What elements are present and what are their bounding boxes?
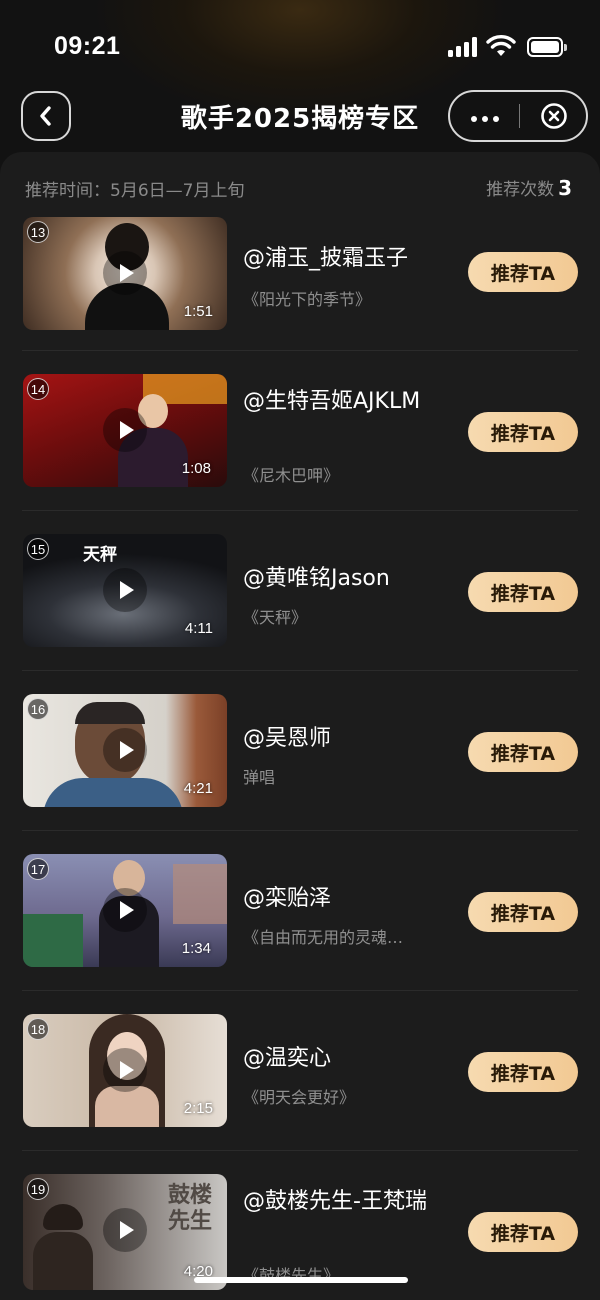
rank-badge: 14 (27, 378, 49, 400)
thumbnail-title: 鼓楼先生 (168, 1182, 213, 1234)
artist-name[interactable]: @黄唯铭Jason (243, 562, 433, 595)
rank-badge: 19 (27, 1178, 49, 1200)
song-title: 《自由而无用的灵魂… (243, 928, 404, 947)
miniprogram-capsule (448, 90, 588, 142)
artist-name[interactable]: @温奕心 (243, 1042, 433, 1075)
play-icon (103, 728, 147, 772)
song-title: 《阳光下的季节》 (243, 290, 372, 309)
play-icon (103, 1208, 147, 1252)
video-thumbnail[interactable]: 18 2:15 (23, 1014, 227, 1127)
artist-name[interactable]: @鼓楼先生-王梵瑞 (243, 1185, 433, 1218)
play-icon (103, 888, 147, 932)
recommend-button[interactable]: 推荐TA (468, 892, 578, 932)
thumbnail-title: 天秤 (83, 545, 117, 565)
video-thumbnail[interactable]: 17 1:34 (23, 854, 227, 967)
song-title: 《尼木巴呷》 (243, 466, 340, 485)
rank-badge: 17 (27, 858, 49, 880)
play-icon (103, 251, 147, 295)
recommend-button[interactable]: 推荐TA (468, 732, 578, 772)
artist-name[interactable]: @栾贻泽 (243, 882, 433, 915)
play-icon (103, 408, 147, 452)
home-indicator (194, 1277, 408, 1283)
video-duration: 4:11 (184, 620, 213, 637)
more-dots-icon (469, 107, 502, 126)
wifi-icon (486, 34, 516, 58)
list-item: 13 1:51 @浦玉_披霜玉子 《阳光下的季节》 推荐TA (0, 190, 600, 350)
rank-badge: 18 (27, 1018, 49, 1040)
list-item: 18 2:15 @温奕心 《明天会更好》 推荐TA (0, 990, 600, 1150)
video-thumbnail[interactable]: 14 1:08 (23, 374, 227, 487)
video-thumbnail[interactable]: 天秤 15 4:11 (23, 534, 227, 647)
video-duration: 1:08 (181, 460, 211, 477)
close-button[interactable] (522, 92, 586, 140)
recommend-button[interactable]: 推荐TA (468, 252, 578, 292)
video-duration: 2:15 (183, 1100, 213, 1117)
battery-icon (527, 37, 567, 57)
video-thumbnail[interactable]: 13 1:51 (23, 217, 227, 330)
video-duration: 4:21 (183, 780, 213, 797)
capsule-divider (519, 104, 520, 128)
page-title: 歌手2025揭榜专区 (180, 104, 420, 134)
video-thumbnail[interactable]: 鼓楼先生 19 4:20 (23, 1174, 227, 1290)
song-title: 弹唱 (243, 768, 276, 787)
artist-name[interactable]: @吴恩师 (243, 722, 433, 755)
list-item: 16 4:21 @吴恩师 弹唱 推荐TA (0, 670, 600, 830)
list-item: 天秤 15 4:11 @黄唯铭Jason 《天秤》 推荐TA (0, 510, 600, 670)
play-icon (103, 1048, 147, 1092)
status-bar: 09:21 (0, 0, 600, 90)
video-thumbnail[interactable]: 16 4:21 (23, 694, 227, 807)
song-title: 《明天会更好》 (243, 1088, 356, 1107)
artist-name[interactable]: @浦玉_披霜玉子 (243, 242, 433, 275)
artist-name[interactable]: @生特吾姬AJKLM (243, 385, 433, 418)
cellular-signal-icon (448, 37, 480, 57)
status-time: 09:21 (54, 32, 121, 60)
back-button[interactable] (21, 91, 71, 141)
close-circle-icon (541, 103, 567, 129)
recommend-button[interactable]: 推荐TA (468, 412, 578, 452)
video-duration: 1:34 (181, 940, 211, 957)
rank-badge: 15 (27, 538, 49, 560)
song-title: 《天秤》 (243, 608, 308, 627)
rank-badge: 13 (27, 221, 49, 243)
list-item: 14 1:08 @生特吾姬AJKLM 《尼木巴呷》 推荐TA (0, 350, 600, 510)
rank-badge: 16 (27, 698, 49, 720)
more-button[interactable] (450, 92, 520, 140)
list-item: 17 1:34 @栾贻泽 《自由而无用的灵魂… 推荐TA (0, 830, 600, 990)
play-icon (103, 568, 147, 612)
recommend-button[interactable]: 推荐TA (468, 1052, 578, 1092)
recommend-button[interactable]: 推荐TA (468, 572, 578, 612)
video-duration: 1:51 (183, 303, 213, 320)
chevron-left-icon (40, 106, 51, 126)
recommend-button[interactable]: 推荐TA (468, 1212, 578, 1252)
